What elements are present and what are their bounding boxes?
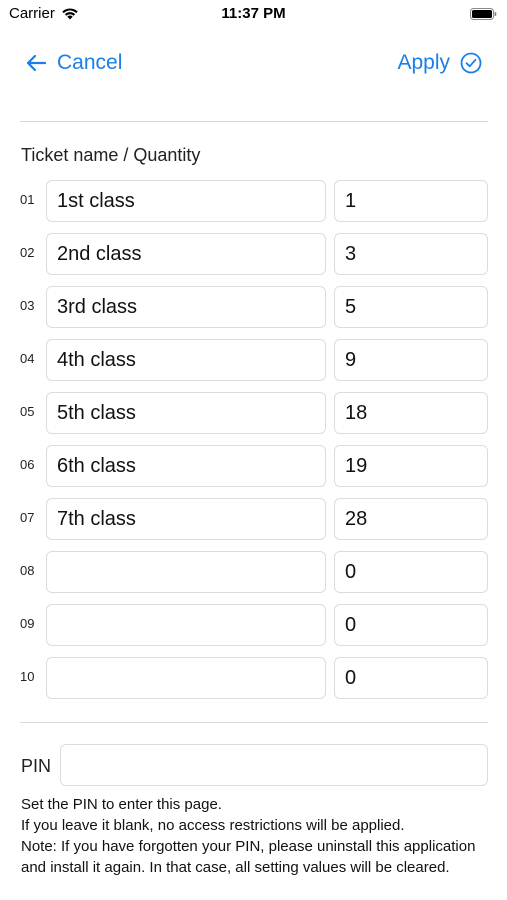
arrow-left-icon	[26, 54, 47, 72]
ticket-quantity-input[interactable]: 1	[334, 180, 488, 222]
nav-bar: Cancel Apply	[0, 40, 507, 86]
row-number: 10	[20, 669, 35, 684]
ticket-name-input[interactable]	[46, 657, 326, 699]
ticket-row: 06 6th class 19	[0, 445, 507, 487]
pin-help-line: Note: If you have forgotten your PIN, pl…	[21, 838, 476, 876]
pin-input[interactable]	[60, 744, 488, 786]
pin-divider	[20, 722, 488, 723]
row-number: 07	[20, 510, 35, 525]
row-number: 08	[20, 563, 35, 578]
ticket-row: 10 0	[0, 657, 507, 699]
ticket-name-input[interactable]	[46, 604, 326, 646]
row-number: 09	[20, 616, 35, 631]
ticket-name-input[interactable]: 6th class	[46, 445, 326, 487]
apply-label: Apply	[397, 51, 450, 74]
ticket-row: 01 1st class 1	[0, 180, 507, 222]
ticket-quantity-input[interactable]: 3	[334, 233, 488, 275]
row-number: 02	[20, 245, 35, 260]
row-number: 03	[20, 298, 35, 313]
ticket-section-header: Ticket name / Quantity	[21, 145, 201, 165]
top-divider	[20, 121, 488, 122]
row-number: 05	[20, 404, 35, 419]
ticket-quantity-input[interactable]: 0	[334, 604, 488, 646]
status-time: 11:37 PM	[221, 5, 286, 22]
ticket-quantity-input[interactable]: 28	[334, 498, 488, 540]
row-number: 06	[20, 457, 35, 472]
pin-help-text: Set the PIN to enter this page. If you l…	[21, 794, 491, 878]
ticket-name-input[interactable]: 7th class	[46, 498, 326, 540]
cancel-button[interactable]: Cancel	[25, 50, 122, 76]
ticket-quantity-input[interactable]: 19	[334, 445, 488, 487]
battery-icon	[470, 8, 497, 20]
ticket-row: 03 3rd class 5	[0, 286, 507, 328]
ticket-name-input[interactable]	[46, 551, 326, 593]
ticket-row: 08 0	[0, 551, 507, 593]
ticket-quantity-input[interactable]: 9	[334, 339, 488, 381]
ticket-quantity-input[interactable]: 5	[334, 286, 488, 328]
ticket-name-input[interactable]: 2nd class	[46, 233, 326, 275]
ticket-name-input[interactable]: 4th class	[46, 339, 326, 381]
row-number: 01	[20, 192, 35, 207]
ticket-name-input[interactable]: 5th class	[46, 392, 326, 434]
ticket-name-input[interactable]: 3rd class	[46, 286, 326, 328]
ticket-quantity-input[interactable]: 0	[334, 551, 488, 593]
apply-button[interactable]: Apply	[397, 50, 482, 76]
checkmark-circle-icon	[460, 52, 482, 74]
ticket-quantity-input[interactable]: 18	[334, 392, 488, 434]
ticket-row: 02 2nd class 3	[0, 233, 507, 275]
status-bar: Carrier 11:37 PM	[0, 0, 507, 28]
pin-help-line: If you leave it blank, no access restric…	[21, 817, 405, 834]
cancel-label: Cancel	[57, 51, 123, 74]
pin-help-line: Set the PIN to enter this page.	[21, 796, 222, 813]
ticket-quantity-input[interactable]: 0	[334, 657, 488, 699]
pin-label: PIN	[21, 756, 52, 776]
ticket-row: 07 7th class 28	[0, 498, 507, 540]
ticket-row: 04 4th class 9	[0, 339, 507, 381]
row-number: 04	[20, 351, 35, 366]
ticket-name-input[interactable]: 1st class	[46, 180, 326, 222]
ticket-row: 09 0	[0, 604, 507, 646]
ticket-row: 05 5th class 18	[0, 392, 507, 434]
